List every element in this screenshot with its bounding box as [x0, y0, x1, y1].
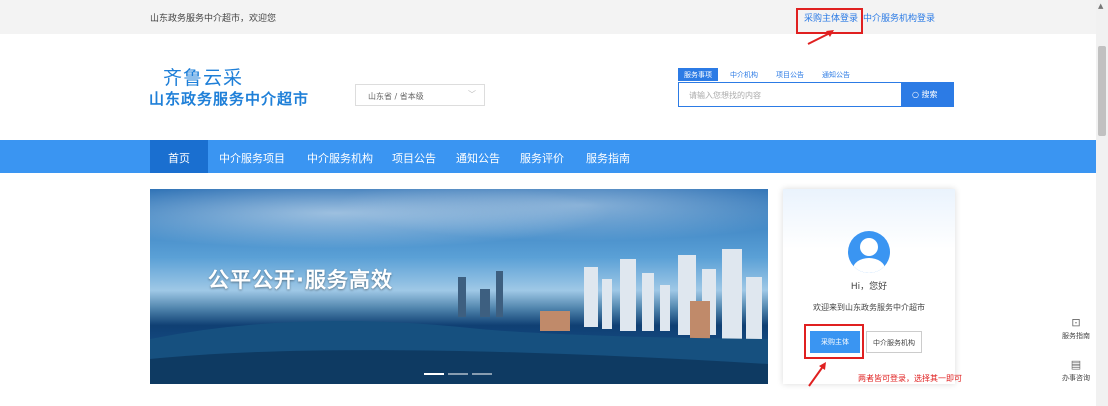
- search-tab-services[interactable]: 服务事项: [678, 68, 718, 81]
- nav-item-service-agencies[interactable]: 中介服务机构: [302, 140, 378, 173]
- nav-item-service-projects[interactable]: 中介服务项目: [214, 140, 290, 173]
- nav-item-announcements[interactable]: 通知公告: [452, 140, 504, 173]
- carousel-dot[interactable]: [424, 373, 444, 375]
- search-tab-agencies[interactable]: 中介机构: [724, 68, 764, 81]
- carousel-dot[interactable]: [448, 373, 468, 375]
- chevron-down-icon: ﹀: [468, 90, 476, 99]
- region-select[interactable]: 山东省 / 省本级 ﹀: [355, 84, 485, 106]
- search-button[interactable]: ○ 搜索: [902, 82, 954, 107]
- scroll-up-icon[interactable]: ▲: [1098, 2, 1103, 10]
- guide-icon: ⊡: [1071, 316, 1081, 329]
- nav-item-service-evaluation[interactable]: 服务评价: [516, 140, 568, 173]
- search-tab-announcements[interactable]: 通知公告: [816, 68, 856, 81]
- banner-carousel[interactable]: 公平公开·服务高效: [150, 189, 768, 384]
- top-bar: 山东政务服务中介超市，欢迎您 采购主体登录 中介服务机构登录: [0, 0, 1096, 34]
- float-service-guide-label: 服务指南: [1062, 332, 1090, 340]
- logo-title: 齐鲁云采: [163, 67, 244, 89]
- agency-login-link[interactable]: 中介服务机构登录: [863, 11, 935, 24]
- page: 山东政务服务中介超市，欢迎您 采购主体登录 中介服务机构登录 齐鲁云采 山东政务…: [0, 0, 1108, 406]
- card-welcome: 欢迎来到山东政务服务中介超市: [813, 303, 925, 312]
- float-service-guide[interactable]: ⊡ 服务指南: [1058, 316, 1094, 341]
- annotation-arrow-bottom: [808, 362, 826, 387]
- search-input[interactable]: 请输入您想找的内容: [678, 82, 902, 107]
- banner-slogan: 公平公开·服务高效: [208, 268, 393, 292]
- float-consult[interactable]: ▤ 办事咨询: [1058, 358, 1094, 383]
- avatar-body: [853, 258, 885, 273]
- logo-subtitle: 山东政务服务中介超市: [149, 90, 310, 108]
- region-select-value: 山东省 / 省本级: [368, 92, 424, 101]
- search-icon: ○: [912, 90, 919, 99]
- nav-item-home[interactable]: 首页: [150, 140, 208, 173]
- nav-item-service-guide[interactable]: 服务指南: [582, 140, 634, 173]
- card-greeting: Hi，您好: [850, 282, 888, 292]
- nav-item-project-notices[interactable]: 项目公告: [388, 140, 440, 173]
- main-nav: 首页 中介服务项目 中介服务机构 项目公告 通知公告 服务评价 服务指南: [0, 140, 1096, 173]
- scrollbar[interactable]: ▲: [1096, 0, 1108, 406]
- carousel-indicators: [424, 373, 496, 375]
- avatar: [848, 231, 890, 273]
- scrollbar-thumb[interactable]: [1098, 46, 1106, 136]
- book-icon: ▤: [1070, 358, 1082, 371]
- carousel-dot[interactable]: [472, 373, 492, 375]
- highlight-box-buyer-button: [804, 324, 864, 359]
- annotation-arrow-top: [807, 30, 834, 45]
- welcome-text: 山东政务服务中介超市，欢迎您: [150, 14, 277, 24]
- search-button-label: 搜索: [921, 90, 938, 99]
- float-consult-label: 办事咨询: [1062, 374, 1090, 382]
- annotation-note: 两者皆可登录，选择其一即可: [858, 374, 962, 383]
- search-tab-project-notices[interactable]: 项目公告: [770, 68, 810, 81]
- avatar-head: [860, 238, 878, 256]
- search-tabs: 服务事项 中介机构 项目公告 通知公告: [678, 68, 862, 81]
- agency-login-button[interactable]: 中介服务机构: [866, 331, 922, 353]
